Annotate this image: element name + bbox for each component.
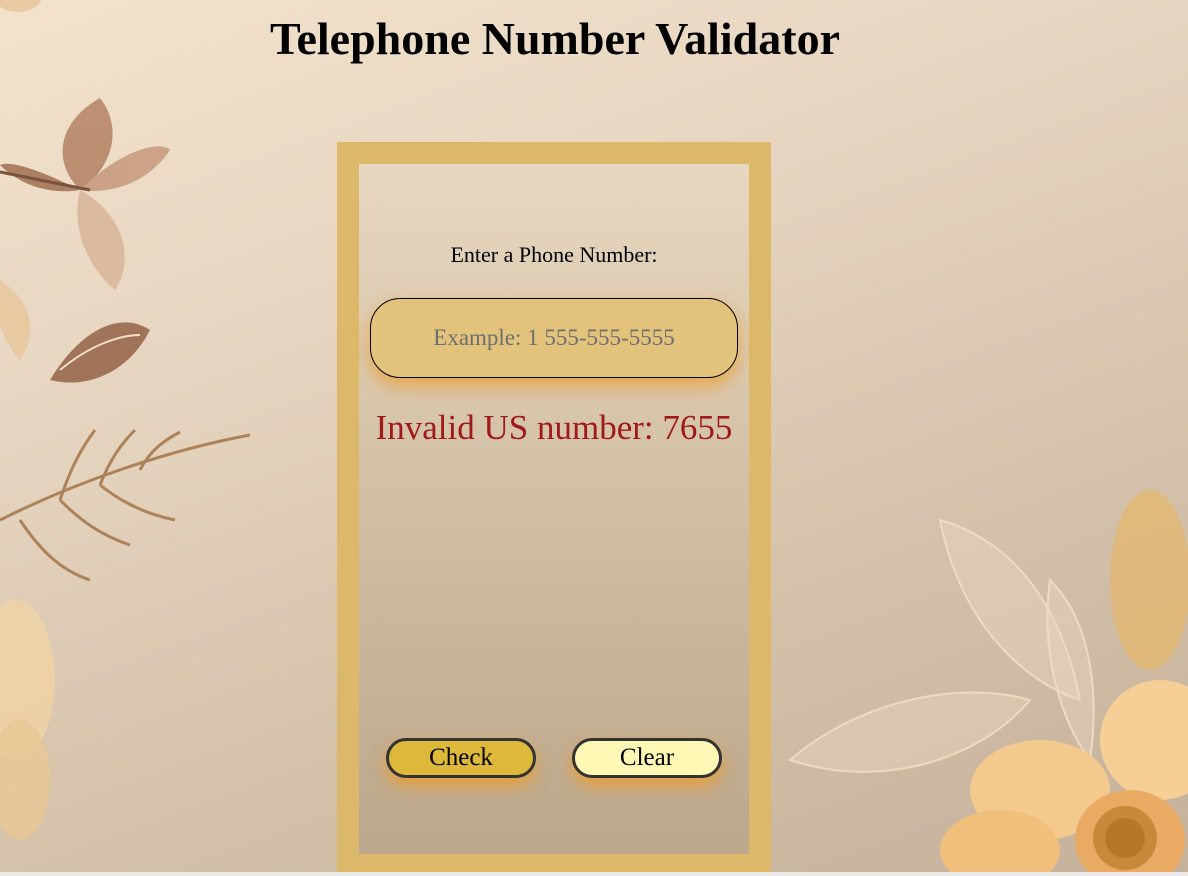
peach-petal-left-bottom-2 [0, 720, 50, 840]
validator-frame: Enter a Phone Number: Invalid US number:… [337, 142, 771, 874]
leaf-sprig-left [0, 280, 150, 383]
check-button[interactable]: Check [386, 738, 536, 778]
validator-panel: Enter a Phone Number: Invalid US number:… [359, 164, 749, 854]
peach-petal-left-bottom [0, 600, 55, 760]
bottom-edge [0, 872, 1188, 876]
leaf-outline-bottom-right [788, 518, 1095, 773]
validation-result: Invalid US number: 7655 [375, 408, 733, 447]
phone-number-input[interactable] [370, 298, 738, 378]
phone-input-label: Enter a Phone Number: [450, 242, 658, 267]
golden-flower-bottom-right [940, 490, 1188, 876]
clear-button[interactable]: Clear [572, 738, 722, 778]
page-title: Telephone Number Validator [270, 13, 840, 64]
golden-fern-left [0, 428, 251, 582]
brown-flower-left [0, 98, 170, 290]
blossom-top-left-petal [0, 0, 42, 12]
